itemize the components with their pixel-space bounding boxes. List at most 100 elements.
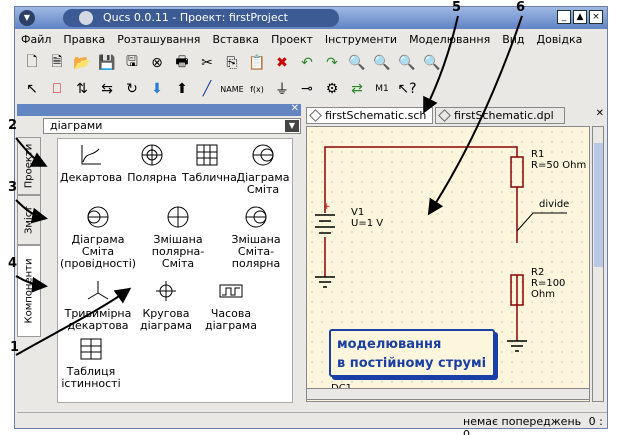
ground-icon[interactable]: ⏚	[271, 78, 293, 100]
schematic-file-icon	[309, 109, 322, 122]
new-text-icon[interactable]: 🗎	[46, 52, 68, 74]
delete-icon[interactable]: ✖	[271, 52, 293, 74]
status-bar: немає попереджень 0 : 0	[17, 412, 607, 435]
wire-label-icon[interactable]: NAME	[220, 78, 243, 100]
polar-diagram-icon	[141, 144, 163, 166]
paste-icon[interactable]: 📋	[246, 52, 268, 74]
simulate-icon[interactable]: ⚙	[321, 78, 343, 100]
dock-title-bar: ✕	[17, 103, 301, 116]
mirror-icon[interactable]: ⇅	[71, 78, 93, 100]
tab-content[interactable]: Зміст	[17, 195, 41, 245]
chevron-down-icon[interactable]: ▼	[285, 120, 299, 132]
rotate-icon[interactable]: ↻	[121, 78, 143, 100]
component-cartesian[interactable]: Декартова	[60, 143, 122, 184]
annotation-1: 1	[10, 340, 20, 355]
component-truth-table[interactable]: Таблиця істинності	[60, 337, 122, 390]
tab-projects[interactable]: Проекти	[17, 137, 41, 195]
component-smith[interactable]: Діаграма Сміта	[234, 143, 292, 196]
ground-symbol-right	[507, 340, 527, 352]
dock-close-icon[interactable]: ✕	[291, 103, 299, 114]
qucs-app-icon	[79, 11, 93, 25]
enter-subcircuit-icon[interactable]: ⬇	[146, 78, 168, 100]
view-data-icon[interactable]: ⇄	[346, 78, 368, 100]
zoom-out-icon[interactable]: 🔍	[396, 52, 418, 74]
menu-edit[interactable]: Правка	[63, 33, 105, 46]
component-tabular[interactable]: Таблична	[182, 143, 237, 184]
save-icon[interactable]: 💾	[96, 52, 118, 74]
menu-view[interactable]: Вид	[502, 33, 524, 46]
category-select[interactable]: діаграми ▼	[43, 118, 301, 134]
edit-component-icon[interactable]: ⎕	[46, 78, 68, 100]
v1-label[interactable]: V1 U=1 V	[351, 207, 383, 229]
annotation-5: 5	[452, 0, 462, 15]
status-message: немає попереджень 0 : 0	[463, 415, 603, 435]
component-palette: Декартова Полярна Таблична Діаграма Сміт…	[57, 138, 293, 403]
menu-help[interactable]: Довідка	[537, 33, 583, 46]
redo-icon[interactable]: ↷	[321, 52, 343, 74]
cut-icon[interactable]: ✂	[196, 52, 218, 74]
component-smith-admittance[interactable]: Діаграма Сміта (провідності)	[60, 205, 136, 270]
tab-first-schematic-dpl[interactable]: firstSchematic.dpl	[435, 107, 565, 124]
menu-project[interactable]: Проект	[271, 33, 313, 46]
voltage-source-symbol[interactable]	[315, 214, 335, 234]
zoom-fit-icon[interactable]: 🔍	[346, 52, 368, 74]
mirror-y-icon[interactable]: ⇆	[96, 78, 118, 100]
tools-toolbar: ↖ ⎕ ⇅ ⇆ ↻ ⬇ ⬆ ╱ NAME f(x) ⏚ ⊸ ⚙ ⇄ M1 ↖?	[15, 76, 418, 102]
horizontal-scrollbar[interactable]	[306, 388, 590, 400]
close-window-button[interactable]: ×	[589, 10, 603, 24]
annotation-6: 6	[516, 0, 526, 15]
menu-insert[interactable]: Вставка	[212, 33, 259, 46]
component-polar[interactable]: Полярна	[124, 143, 180, 184]
close-tab-icon[interactable]: ✕	[596, 108, 604, 119]
exit-subcircuit-icon[interactable]: ⬆	[171, 78, 193, 100]
close-file-icon[interactable]: ⊗	[146, 52, 168, 74]
copy-icon[interactable]: ⎘	[221, 52, 243, 74]
display-file-icon	[438, 109, 451, 122]
port-icon[interactable]: ⊸	[296, 78, 318, 100]
tab-components[interactable]: Компоненти	[17, 245, 41, 337]
new-file-icon[interactable]: 🗋	[21, 52, 43, 74]
schematic-area: firstSchematic.sch firstSchematic.dpl ✕	[302, 104, 606, 409]
menu-positioning[interactable]: Розташування	[117, 33, 200, 46]
menu-simulation[interactable]: Моделювання	[409, 33, 490, 46]
marker-icon[interactable]: M1	[371, 78, 393, 100]
resistor-r1-symbol[interactable]	[510, 156, 524, 188]
window-title: Qucs 0.0.11 - Проект: firstProject	[63, 9, 339, 27]
vertical-scroll-thumb[interactable]	[594, 143, 603, 267]
tab-first-schematic-sch[interactable]: firstSchematic.sch	[306, 107, 433, 124]
component-3d-cartesian[interactable]: Тривимірна декартова	[60, 279, 136, 332]
component-locus-curve[interactable]: Кругова діаграма	[138, 279, 194, 332]
zoom-reset-icon[interactable]: 🔍	[421, 52, 443, 74]
menu-file[interactable]: Файл	[21, 33, 51, 46]
open-icon[interactable]: 📂	[71, 52, 93, 74]
component-polar-smith[interactable]: Змішана полярна-Сміта	[140, 205, 216, 270]
locus-curve-icon	[156, 281, 176, 301]
minimize-button[interactable]: _	[557, 10, 571, 24]
equation-icon[interactable]: f(x)	[246, 78, 268, 100]
print-icon[interactable]: 🖶	[171, 52, 193, 74]
node-label-divide[interactable]: divide	[539, 199, 569, 210]
3d-cartesian-icon	[87, 281, 109, 300]
undo-icon[interactable]: ↶	[296, 52, 318, 74]
select-pointer-icon[interactable]: ↖	[21, 78, 43, 100]
r1-label[interactable]: R1 R=50 Ohm	[531, 149, 586, 171]
annotation-4: 4	[8, 256, 18, 271]
schematic-canvas[interactable]: + V1 U=1 V R1 R=50 Ohm R2 R=100 Ohm divi…	[306, 126, 590, 402]
ground-symbol-left	[315, 276, 335, 288]
plus-sign-icon: +	[323, 202, 331, 212]
vertical-scrollbar[interactable]	[592, 126, 604, 402]
smith-chart-icon	[252, 144, 274, 166]
r2-label[interactable]: R2 R=100 Ohm	[531, 267, 589, 300]
menu-bar: Файл Правка Розташування Вставка Проект …	[15, 29, 607, 49]
whats-this-icon[interactable]: ↖?	[396, 78, 418, 100]
save-all-icon[interactable]: 🖫	[121, 52, 143, 74]
wire-icon[interactable]: ╱	[196, 78, 218, 100]
window-menu-icon[interactable]: ▼	[19, 10, 35, 26]
menu-tools[interactable]: Інструменти	[325, 33, 397, 46]
dc-simulation-block[interactable]: моделювання в постійному струмі	[329, 329, 495, 377]
component-smith-polar[interactable]: Змішана Сміта-полярна	[220, 205, 292, 270]
file-toolbar: 🗋 🗎 📂 💾 🖫 ⊗ 🖶 ✂ ⎘ 📋 ✖ ↶ ↷ 🔍 🔍 🔍 🔍	[15, 50, 443, 76]
zoom-in-icon[interactable]: 🔍	[371, 52, 393, 74]
component-timing[interactable]: Часова діаграма	[198, 279, 264, 332]
maximize-button[interactable]: ▲	[573, 10, 587, 24]
